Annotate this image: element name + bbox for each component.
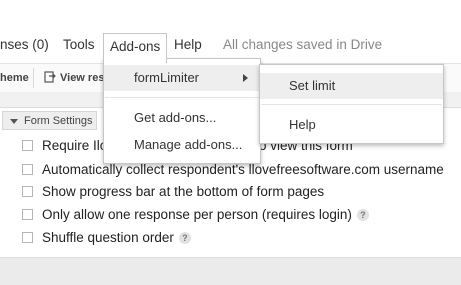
collapse-arrow-icon xyxy=(10,119,18,124)
toolbar-divider xyxy=(33,68,34,88)
menu-responses[interactable]: nses (0) xyxy=(0,30,49,60)
form-settings-toggle[interactable]: Form Settings xyxy=(2,111,97,130)
menu-item-label: formLimiter xyxy=(134,70,200,85)
help-icon[interactable]: ? xyxy=(356,209,369,221)
checkbox[interactable] xyxy=(22,209,33,220)
checkbox[interactable] xyxy=(22,164,33,175)
menu-tools[interactable]: Tools xyxy=(63,30,95,60)
checkbox[interactable] xyxy=(22,186,33,197)
menu-divider xyxy=(261,104,442,105)
menu-item-manage-addons[interactable]: Manage add-ons... xyxy=(104,132,260,158)
option-label: Only allow one response per person (requ… xyxy=(42,207,352,222)
menu-divider xyxy=(105,97,259,98)
checkbox[interactable] xyxy=(22,232,33,243)
formlimiter-submenu: Set limit Help xyxy=(259,64,444,144)
save-status: All changes saved in Drive xyxy=(223,37,383,52)
form-settings-label: Form Settings xyxy=(24,115,93,127)
view-responses-label: View res xyxy=(60,72,105,84)
menu-item-label: Get add-ons... xyxy=(134,110,217,125)
menu-item-label: Set limit xyxy=(289,78,336,93)
option-label-wrap: Shuffle question order? xyxy=(42,228,191,248)
view-responses-button[interactable]: View res xyxy=(44,68,104,88)
option-label: Shuffle question order xyxy=(42,230,174,245)
menu-item-formlimiter[interactable]: formLimiter xyxy=(104,65,260,91)
addons-dropdown: formLimiter Get add-ons... Manage add-on… xyxy=(103,58,261,164)
menu-item-help[interactable]: Help xyxy=(260,112,443,138)
footer-area xyxy=(0,257,461,285)
checkbox[interactable] xyxy=(22,140,33,151)
option-label-wrap: Only allow one response per person (requ… xyxy=(42,205,369,225)
view-responses-icon xyxy=(44,71,56,83)
menu-item-get-addons[interactable]: Get add-ons... xyxy=(104,105,260,131)
menu-item-label: Manage add-ons... xyxy=(134,137,243,152)
help-icon[interactable]: ? xyxy=(178,232,191,244)
menu-bar: nses (0) Tools Add-ons Help All changes … xyxy=(0,30,461,63)
menu-item-label: Help xyxy=(289,117,316,132)
menu-addons[interactable]: Add-ons xyxy=(103,33,168,63)
submenu-arrow-icon xyxy=(243,74,248,82)
theme-button[interactable]: heme xyxy=(0,68,29,88)
menu-help[interactable]: Help xyxy=(174,30,202,60)
option-label: Show progress bar at the bottom of form … xyxy=(42,184,325,199)
menu-item-set-limit[interactable]: Set limit xyxy=(260,73,443,99)
